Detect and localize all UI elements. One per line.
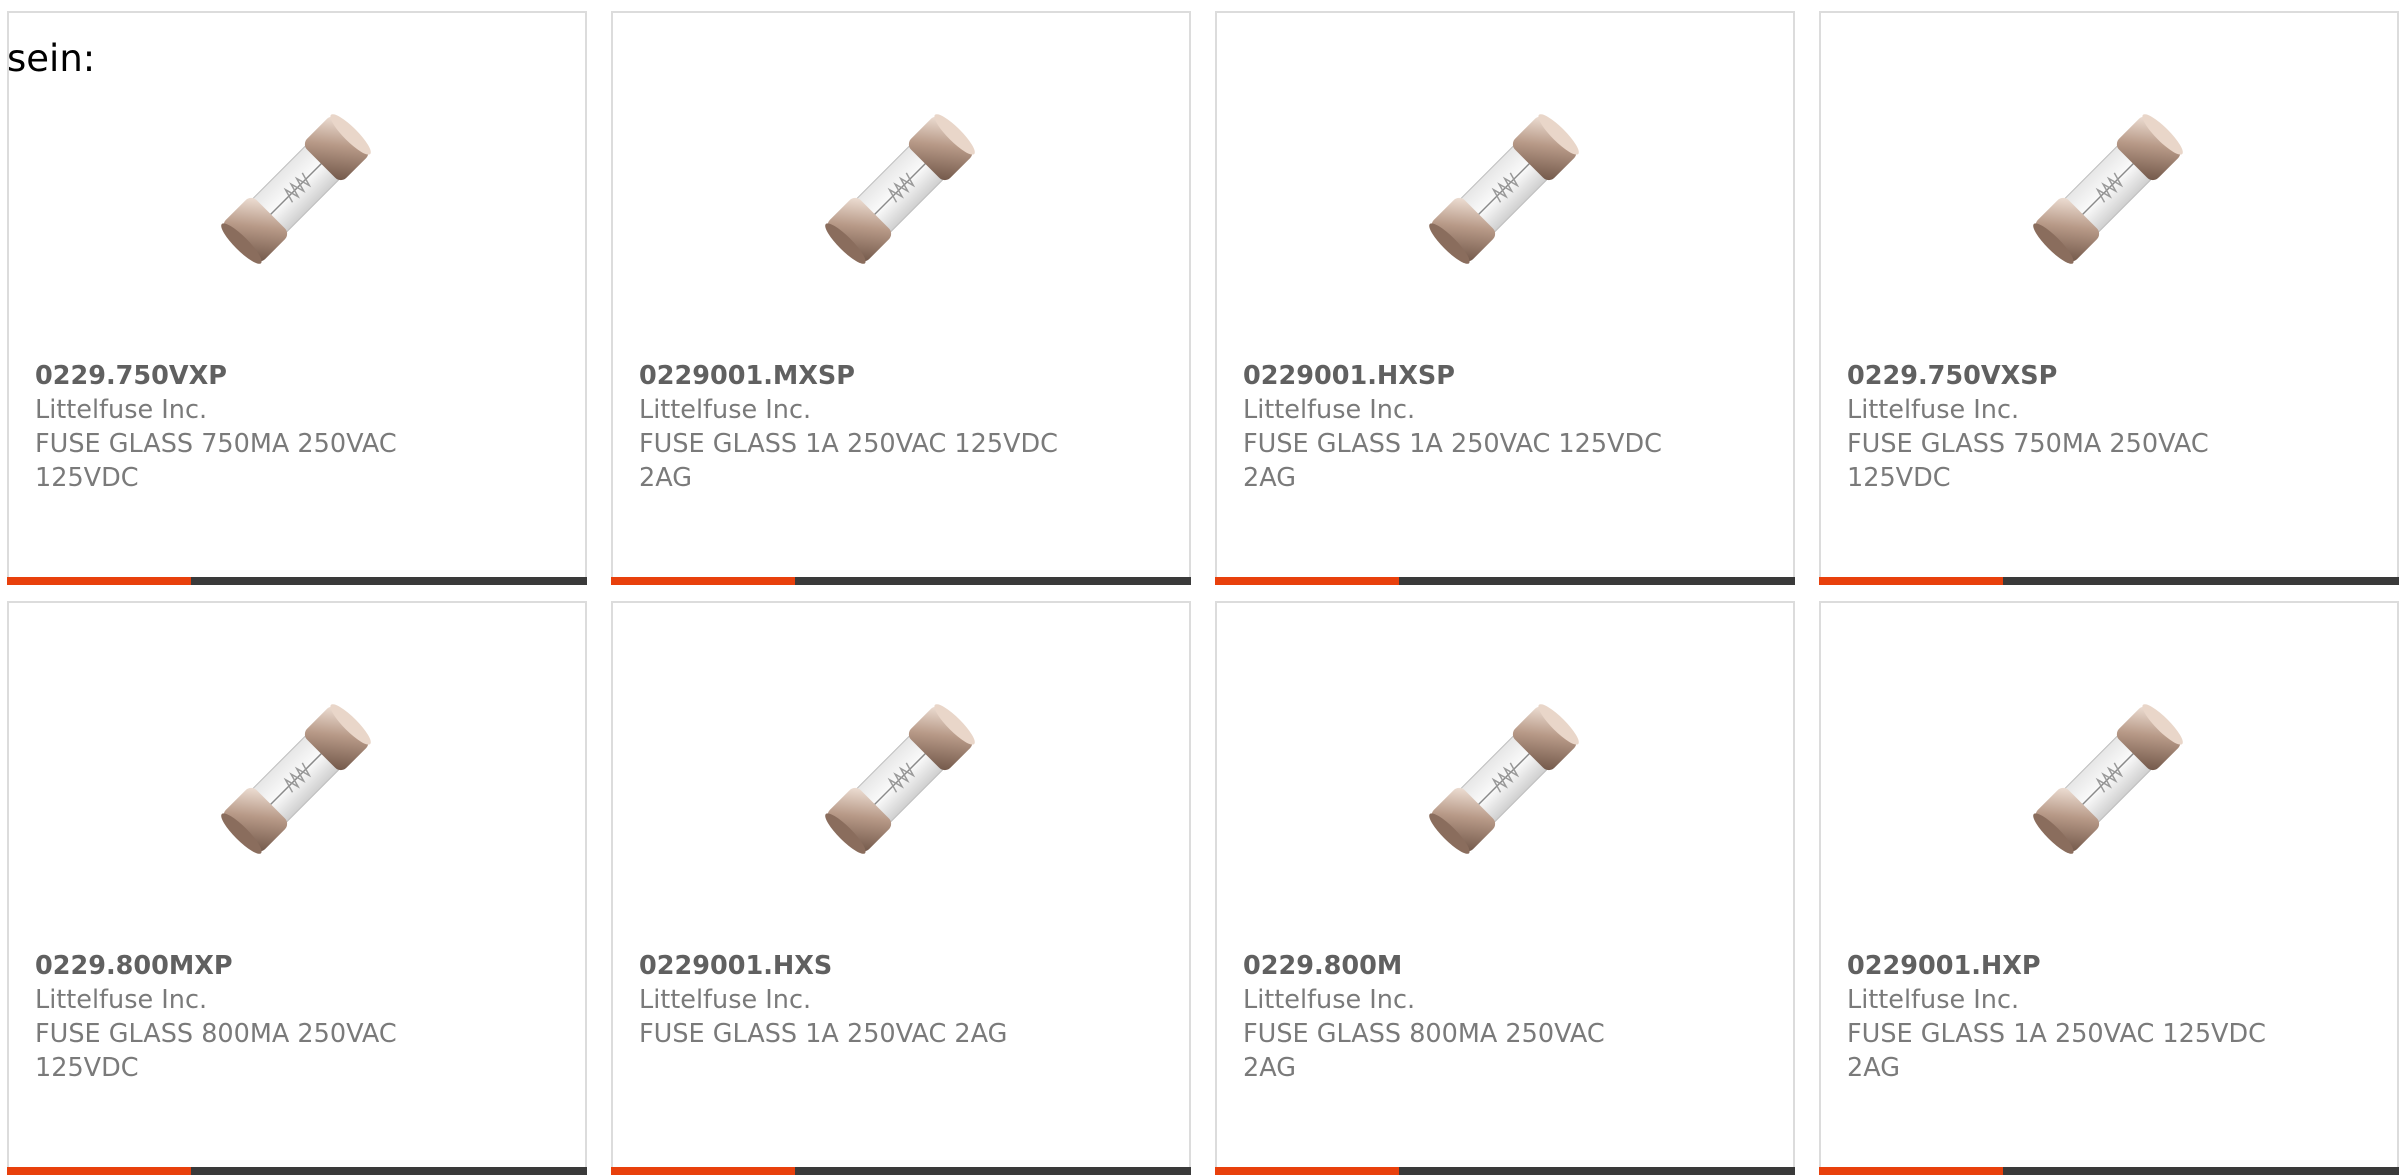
description: FUSE GLASS 750MA 250VAC 125VDC [35, 429, 397, 493]
part-number[interactable]: 0229.800M [1243, 949, 1663, 983]
product-card[interactable]: 0229.750VXSP Littelfuse Inc. FUSE GLASS … [1819, 11, 2399, 585]
glass-fuse-icon[interactable] [1405, 89, 1603, 289]
part-number[interactable]: 0229.750VXSP [1847, 359, 2267, 393]
card-accent [1819, 1167, 2003, 1175]
description: FUSE GLASS 800MA 250VAC 125VDC [35, 1019, 397, 1083]
product-card[interactable]: 0229001.HXS Littelfuse Inc. FUSE GLASS 1… [611, 601, 1191, 1175]
intro-text: sein: [7, 37, 96, 80]
card-accent [7, 1167, 191, 1175]
manufacturer: Littelfuse Inc. [1243, 985, 1416, 1015]
product-grid: 0229.750VXP Littelfuse Inc. FUSE GLASS 7… [0, 0, 2400, 1175]
product-card[interactable]: 0229.800M Littelfuse Inc. FUSE GLASS 800… [1215, 601, 1795, 1175]
product-card[interactable]: 0229001.HXP Littelfuse Inc. FUSE GLASS 1… [1819, 601, 2399, 1175]
card-bar [1215, 1167, 1795, 1175]
part-number[interactable]: 0229.750VXP [35, 359, 455, 393]
description: FUSE GLASS 1A 250VAC 125VDC 2AG [639, 429, 1058, 493]
part-number[interactable]: 0229001.HXSP [1243, 359, 1663, 393]
product-info: 0229001.MXSP Littelfuse Inc. FUSE GLASS … [639, 359, 1059, 495]
product-card[interactable]: 0229.800MXP Littelfuse Inc. FUSE GLASS 8… [7, 601, 587, 1175]
product-card[interactable]: 0229001.MXSP Littelfuse Inc. FUSE GLASS … [611, 11, 1191, 585]
product-info: 0229.750VXP Littelfuse Inc. FUSE GLASS 7… [35, 359, 455, 495]
description: FUSE GLASS 1A 250VAC 125VDC 2AG [1243, 429, 1662, 493]
card-accent [611, 577, 795, 585]
part-number[interactable]: 0229001.HXP [1847, 949, 2267, 983]
product-info: 0229.750VXSP Littelfuse Inc. FUSE GLASS … [1847, 359, 2267, 495]
description: FUSE GLASS 800MA 250VAC 2AG [1243, 1019, 1605, 1083]
card-bar [1819, 577, 2399, 585]
part-number[interactable]: 0229001.MXSP [639, 359, 1059, 393]
description: FUSE GLASS 1A 250VAC 2AG [639, 1019, 1008, 1049]
glass-fuse-icon[interactable] [197, 89, 395, 289]
manufacturer: Littelfuse Inc. [639, 395, 812, 425]
glass-fuse-icon[interactable] [801, 89, 999, 289]
manufacturer: Littelfuse Inc. [35, 985, 208, 1015]
card-bar [7, 577, 587, 585]
description: FUSE GLASS 1A 250VAC 125VDC 2AG [1847, 1019, 2266, 1083]
glass-fuse-icon[interactable] [2009, 679, 2207, 879]
card-bar [1819, 1167, 2399, 1175]
card-accent [611, 1167, 795, 1175]
card-accent [1215, 577, 1399, 585]
card-accent [7, 577, 191, 585]
glass-fuse-icon[interactable] [801, 679, 999, 879]
product-info: 0229001.HXS Littelfuse Inc. FUSE GLASS 1… [639, 949, 1059, 1051]
product-info: 0229.800MXP Littelfuse Inc. FUSE GLASS 8… [35, 949, 455, 1085]
product-card[interactable]: 0229001.HXSP Littelfuse Inc. FUSE GLASS … [1215, 11, 1795, 585]
manufacturer: Littelfuse Inc. [1847, 395, 2020, 425]
description: FUSE GLASS 750MA 250VAC 125VDC [1847, 429, 2209, 493]
card-bar [611, 577, 1191, 585]
product-info: 0229001.HXSP Littelfuse Inc. FUSE GLASS … [1243, 359, 1663, 495]
card-bar [1215, 577, 1795, 585]
manufacturer: Littelfuse Inc. [1847, 985, 2020, 1015]
part-number[interactable]: 0229.800MXP [35, 949, 455, 983]
glass-fuse-icon[interactable] [197, 679, 395, 879]
card-accent [1215, 1167, 1399, 1175]
card-bar [7, 1167, 587, 1175]
product-info: 0229.800M Littelfuse Inc. FUSE GLASS 800… [1243, 949, 1663, 1085]
product-card[interactable]: 0229.750VXP Littelfuse Inc. FUSE GLASS 7… [7, 11, 587, 585]
part-number[interactable]: 0229001.HXS [639, 949, 1059, 983]
product-info: 0229001.HXP Littelfuse Inc. FUSE GLASS 1… [1847, 949, 2267, 1085]
manufacturer: Littelfuse Inc. [639, 985, 812, 1015]
card-accent [1819, 577, 2003, 585]
glass-fuse-icon[interactable] [2009, 89, 2207, 289]
manufacturer: Littelfuse Inc. [1243, 395, 1416, 425]
glass-fuse-icon[interactable] [1405, 679, 1603, 879]
manufacturer: Littelfuse Inc. [35, 395, 208, 425]
card-bar [611, 1167, 1191, 1175]
